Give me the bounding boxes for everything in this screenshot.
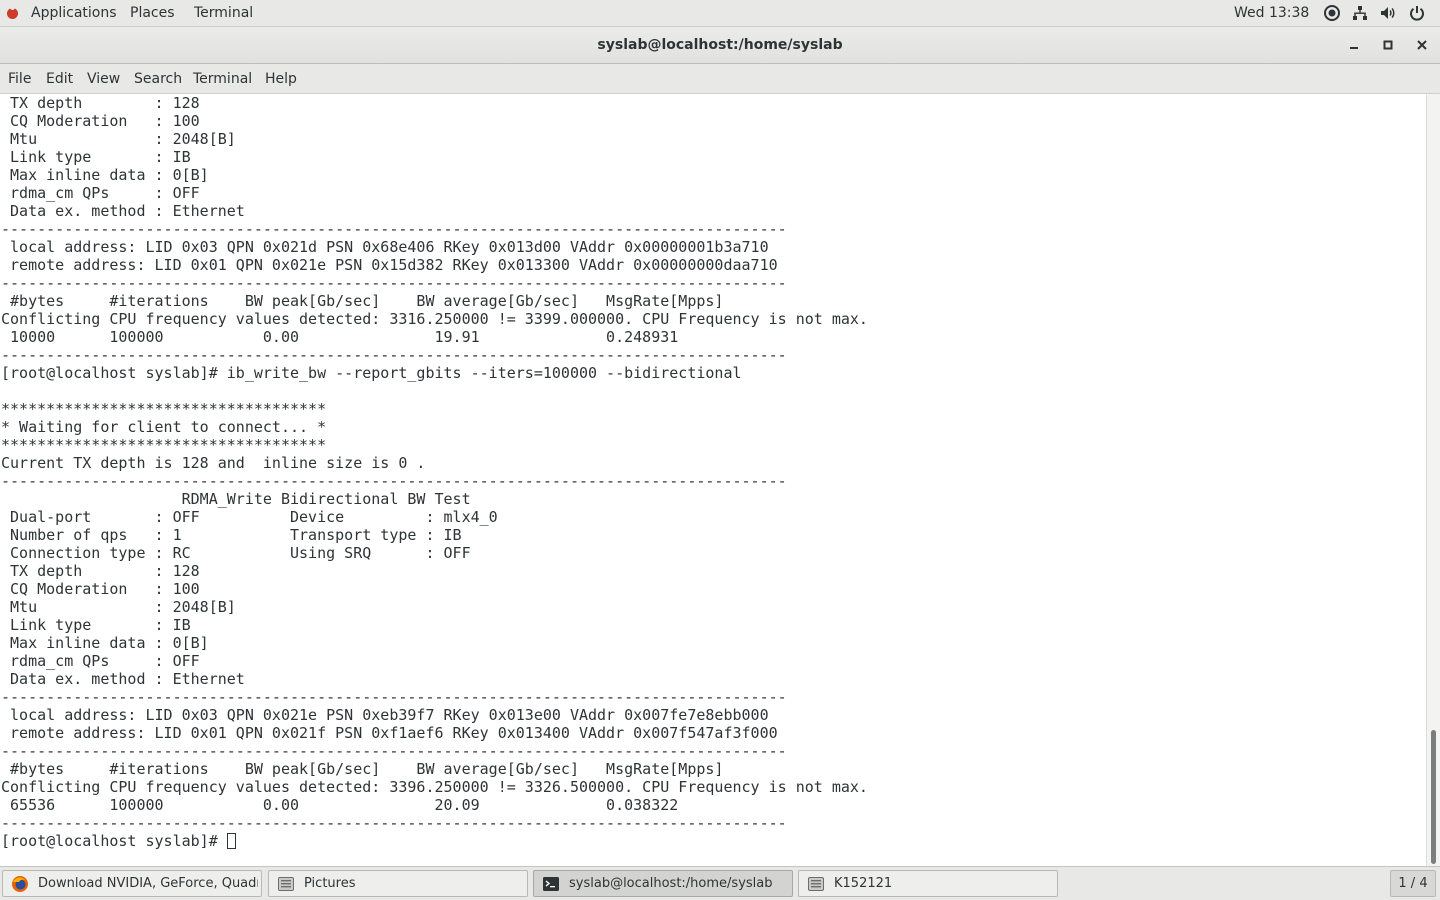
window-titlebar[interactable]: syslab@localhost:/home/syslab	[0, 27, 1440, 64]
terminal-line: Data ex. method : Ethernet	[10, 670, 245, 688]
terminal-prompt: [root@localhost syslab]#	[1, 832, 227, 850]
terminal-line: local address: LID 0x03 QPN 0x021d PSN 0…	[10, 238, 769, 256]
terminal-text: TX depth : 128 CQ Moderation : 100 Mtu :…	[1, 94, 868, 850]
terminal-line: ----------------------------------------…	[1, 688, 787, 706]
window-title: syslab@localhost:/home/syslab	[597, 37, 843, 53]
task-label: K152121	[834, 876, 893, 891]
task-pictures[interactable]: Pictures	[268, 870, 528, 897]
terminal-line: Link type : IB	[10, 616, 191, 634]
task-label: Pictures	[304, 876, 356, 891]
terminal-line: rdma_cm QPs : OFF	[10, 652, 200, 670]
task-firefox[interactable]: Download NVIDIA, GeForce, Quadro...	[2, 870, 262, 897]
task-label: syslab@localhost:/home/syslab	[569, 876, 773, 891]
taskbar: Download NVIDIA, GeForce, Quadro... Pict…	[0, 866, 1440, 900]
menu-terminal[interactable]: Terminal	[193, 71, 252, 87]
terminal-line: CQ Moderation : 100	[10, 580, 200, 598]
menu-search[interactable]: Search	[134, 71, 182, 87]
menu-edit[interactable]: Edit	[46, 71, 73, 87]
terminal-line: Mtu : 2048[B]	[10, 598, 236, 616]
close-button[interactable]	[1412, 35, 1432, 55]
menu-file[interactable]: File	[8, 71, 31, 87]
task-label: Download NVIDIA, GeForce, Quadro...	[38, 876, 258, 891]
terminal-line: 65536 100000 0.00 20.09 0.038322	[10, 796, 679, 814]
terminal-line: #bytes #iterations BW peak[Gb/sec] BW av…	[10, 292, 724, 310]
terminal-line: ************************************	[1, 400, 327, 418]
terminal-line: RDMA_Write Bidirectional BW Test	[181, 490, 471, 508]
terminal-line: ----------------------------------------…	[1, 346, 787, 364]
terminal-line: ----------------------------------------…	[1, 220, 787, 238]
terminal-line: 10000 100000 0.00 19.91 0.248931	[10, 328, 679, 346]
applications-menu[interactable]: Applications	[31, 5, 117, 21]
terminal-line: Conflicting CPU frequency values detecte…	[1, 778, 868, 796]
terminal-line: rdma_cm QPs : OFF	[10, 184, 200, 202]
terminal-line: [root@localhost syslab]# ib_write_bw --r…	[1, 364, 742, 382]
terminal-line: CQ Moderation : 100	[10, 112, 200, 130]
menu-view[interactable]: View	[87, 71, 120, 87]
terminal-cursor	[226, 833, 236, 849]
minimize-button[interactable]	[1344, 35, 1364, 55]
maximize-icon	[1383, 40, 1393, 50]
accessibility-icon[interactable]	[1323, 4, 1341, 22]
terminal-line: #bytes #iterations BW peak[Gb/sec] BW av…	[10, 760, 724, 778]
terminal-line: Connection type : RC Using SRQ : OFF	[10, 544, 471, 562]
maximize-button[interactable]	[1378, 35, 1398, 55]
terminal-line: Number of qps : 1 Transport type : IB	[10, 526, 462, 544]
terminal-line: TX depth : 128	[10, 562, 200, 580]
terminal-lines: TX depth : 128 CQ Moderation : 100 Mtu :…	[1, 94, 868, 832]
terminal-line: Max inline data : 0[B]	[10, 166, 209, 184]
top-panel: Applications Places Terminal Wed 13:38	[0, 0, 1440, 27]
scrollbar-thumb[interactable]	[1431, 730, 1436, 864]
terminal-line: * Waiting for client to connect... *	[1, 418, 327, 436]
terminal-menubar: File Edit View Search Terminal Help	[0, 64, 1440, 94]
firefox-icon	[11, 875, 29, 893]
volume-icon[interactable]	[1379, 4, 1397, 22]
terminal-line: TX depth : 128	[10, 94, 200, 112]
terminal-line: Dual-port : OFF Device : mlx4_0	[10, 508, 498, 526]
terminal-line: Data ex. method : Ethernet	[10, 202, 245, 220]
close-icon	[1417, 40, 1427, 50]
network-icon[interactable]	[1351, 4, 1369, 22]
applications-logo-icon	[7, 5, 18, 19]
terminal-line: remote address: LID 0x01 QPN 0x021e PSN …	[10, 256, 778, 274]
menu-help[interactable]: Help	[265, 71, 297, 87]
terminal-app-menu[interactable]: Terminal	[194, 5, 253, 21]
terminal-line: ----------------------------------------…	[1, 472, 787, 490]
terminal-line: ************************************	[1, 436, 327, 454]
terminal-line: local address: LID 0x03 QPN 0x021e PSN 0…	[10, 706, 769, 724]
scrollbar[interactable]	[1426, 94, 1440, 866]
minimize-icon	[1350, 47, 1358, 49]
terminal-icon	[542, 875, 560, 893]
terminal-line: ----------------------------------------…	[1, 742, 787, 760]
terminal-line: remote address: LID 0x01 QPN 0x021f PSN …	[10, 724, 778, 742]
terminal-line: Current TX depth is 128 and inline size …	[1, 454, 426, 472]
terminal-line: Mtu : 2048[B]	[10, 130, 236, 148]
task-terminal[interactable]: syslab@localhost:/home/syslab	[533, 870, 793, 897]
workspace-switcher[interactable]: 1 / 4	[1390, 870, 1436, 897]
terminal-line: ----------------------------------------…	[1, 274, 787, 292]
power-icon[interactable]	[1408, 4, 1426, 22]
places-menu[interactable]: Places	[130, 5, 175, 21]
terminal-line: Link type : IB	[10, 148, 191, 166]
file-manager-icon	[807, 875, 825, 893]
terminal-output[interactable]: TX depth : 128 CQ Moderation : 100 Mtu :…	[0, 94, 1426, 866]
terminal-line: ----------------------------------------…	[1, 814, 787, 832]
file-manager-icon	[277, 875, 295, 893]
terminal-line: Max inline data : 0[B]	[10, 634, 209, 652]
clock[interactable]: Wed 13:38	[1234, 5, 1309, 21]
terminal-line: Conflicting CPU frequency values detecte…	[1, 310, 868, 328]
task-k152121[interactable]: K152121	[798, 870, 1058, 897]
